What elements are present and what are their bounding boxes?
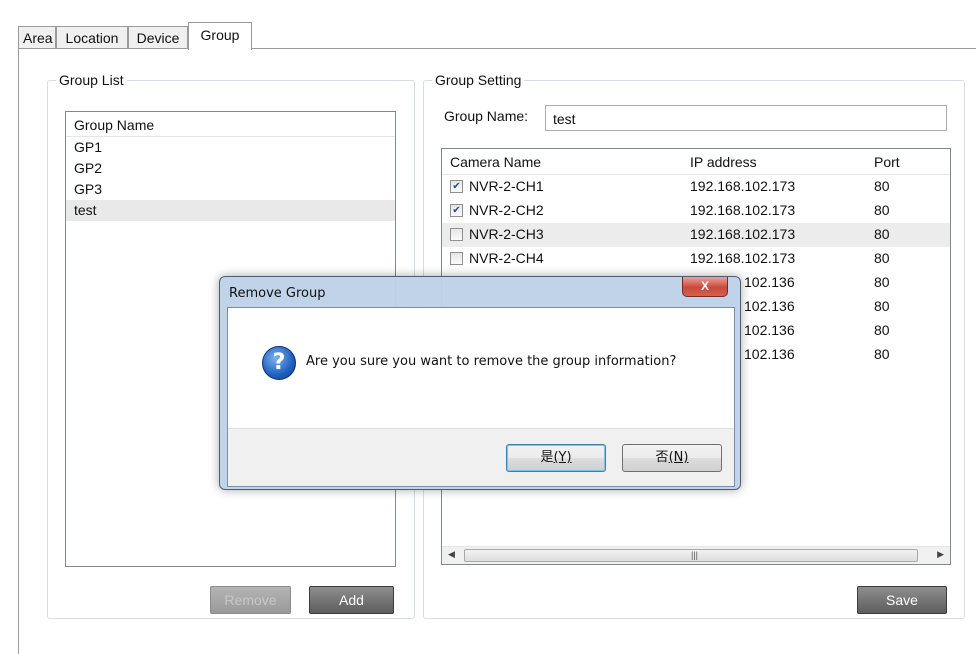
tab-location[interactable]: Location [56, 26, 128, 48]
no-button[interactable]: 否(N) [622, 444, 722, 472]
table-row[interactable]: ✔ NVR-2-CH1 192.168.102.173 80 [442, 175, 950, 199]
scroll-right-icon[interactable]: ▶ [937, 549, 944, 560]
ip-address-header[interactable]: IP address [690, 154, 757, 170]
camera-name-header[interactable]: Camera Name [450, 154, 541, 170]
remove-group-dialog: Remove Group X ? Are you sure you want t… [219, 276, 741, 490]
port: 80 [874, 298, 890, 314]
list-item[interactable]: GP2 [66, 158, 395, 179]
dialog-footer: 是(Y) 否(N) [228, 428, 734, 486]
group-setting-title: Group Setting [432, 71, 525, 89]
camera-name: NVR-2-CH3 [469, 226, 544, 242]
port: 80 [874, 346, 890, 362]
port-header[interactable]: Port [874, 154, 900, 170]
ip-address: 192.168.102.173 [690, 202, 796, 218]
dialog-body: ? Are you sure you want to remove the gr… [227, 307, 735, 487]
group-name-field[interactable]: test [545, 105, 947, 131]
camera-name: NVR-2-CH4 [469, 250, 544, 266]
camera-checkbox[interactable] [450, 228, 463, 241]
table-row[interactable]: NVR-2-CH4 192.168.102.173 80 [442, 247, 950, 271]
horizontal-scrollbar[interactable]: ◀ ||| ▶ [442, 546, 950, 564]
table-row[interactable]: ✔ NVR-2-CH2 192.168.102.173 80 [442, 199, 950, 223]
table-row[interactable]: NVR-2-CH3 192.168.102.173 80 [442, 223, 950, 247]
yes-button[interactable]: 是(Y) [506, 444, 606, 472]
camera-list-header: Camera Name IP address Port [442, 149, 950, 175]
dialog-title: Remove Group [229, 286, 326, 301]
port: 80 [874, 226, 890, 242]
yes-button-text: 是 [540, 450, 554, 465]
remove-button[interactable]: Remove [210, 586, 291, 614]
group-list-title: Group List [56, 71, 127, 89]
scroll-left-icon[interactable]: ◀ [448, 549, 455, 560]
ip-address: 102.136 [744, 298, 795, 314]
group-name-header[interactable]: Group Name [66, 112, 395, 137]
port: 80 [874, 274, 890, 290]
add-button[interactable]: Add [309, 586, 394, 614]
ip-address: 102.136 [744, 346, 795, 362]
port: 80 [874, 322, 890, 338]
dialog-message: Are you sure you want to remove the grou… [306, 354, 677, 369]
group-name-label: Group Name: [444, 108, 529, 124]
no-button-text: 否 [655, 450, 669, 465]
tab-group[interactable]: Group [188, 22, 252, 50]
list-item-selected[interactable]: test [66, 200, 395, 221]
tab-area[interactable]: Area [18, 26, 56, 48]
port: 80 [874, 250, 890, 266]
ip-address: 192.168.102.173 [690, 250, 796, 266]
port: 80 [874, 202, 890, 218]
port: 80 [874, 178, 890, 194]
ip-address: 102.136 [744, 274, 795, 290]
camera-name: NVR-2-CH2 [469, 202, 544, 218]
tab-device[interactable]: Device [128, 26, 188, 48]
camera-checkbox[interactable] [450, 252, 463, 265]
scrollbar-thumb[interactable]: ||| [464, 549, 918, 562]
no-button-key: (N) [668, 450, 689, 465]
question-icon: ? [262, 346, 296, 380]
list-item[interactable]: GP1 [66, 137, 395, 158]
ip-address: 192.168.102.173 [690, 226, 796, 242]
save-button[interactable]: Save [857, 586, 947, 614]
camera-checkbox-checked[interactable]: ✔ [450, 204, 463, 217]
close-icon[interactable]: X [682, 277, 728, 297]
yes-button-key: (Y) [553, 450, 572, 465]
ip-address: 192.168.102.173 [690, 178, 796, 194]
ip-address: 102.136 [744, 322, 795, 338]
camera-name: NVR-2-CH1 [469, 178, 544, 194]
grip-icon: ||| [691, 550, 699, 560]
list-item[interactable]: GP3 [66, 179, 395, 200]
camera-checkbox-checked[interactable]: ✔ [450, 180, 463, 193]
